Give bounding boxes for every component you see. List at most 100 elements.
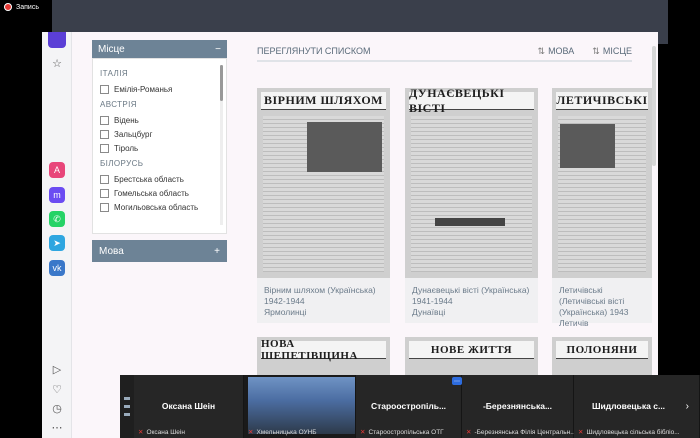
participants-strip: Оксана Шеін ✕ Оксана Шеін ✕ Хмельницька ОУ… — [120, 375, 700, 438]
participant-label: ✕ Старооcтропільська ОТГ — [360, 428, 444, 437]
participant-name: Старооcтропіль... — [370, 401, 447, 411]
card-caption: Дунаєвецькі вісті (Українська) 1941-1944… — [405, 278, 538, 325]
muted-mic-icon: ✕ — [578, 429, 584, 436]
participant-tile[interactable]: Оксана Шеін ✕ Оксана Шеін — [134, 375, 244, 438]
sort-place-button[interactable]: ⇅ МІСЦЕ — [592, 46, 632, 57]
masthead: ВІРНИМ ШЛЯХОМ — [261, 92, 386, 110]
checkbox[interactable] — [100, 202, 109, 212]
filter-language-header[interactable]: Мова + — [92, 240, 227, 262]
messenger-icon[interactable]: m — [49, 187, 65, 203]
expand-icon[interactable]: + — [214, 246, 220, 257]
muted-mic-icon: ✕ — [466, 429, 472, 436]
newspaper-scan[interactable]: ВІРНИМ ШЛЯХОМ — [257, 88, 390, 278]
option-label: Зальцбург — [114, 129, 153, 139]
chevron-right-icon[interactable]: › — [686, 401, 689, 412]
masthead: ДУНАЄВЕЦЬКІ ВІСТІ — [409, 88, 534, 115]
muted-mic-icon: ✕ — [138, 429, 144, 436]
option-label: Могильовська область — [114, 202, 199, 212]
participant-tile[interactable]: -Березнянська... ✕ -Березнянська Філія Це… — [462, 375, 576, 438]
filter-place-list: ІТАЛІЯ Емілія-Романья АВСТРІЯ Відень Зал… — [92, 58, 227, 234]
list-view-link[interactable]: ПЕРЕГЛЯНУТИ СПИСКОМ — [257, 46, 520, 56]
newspaper-scan[interactable]: ЛЕТИЧІВСЬКІ — [552, 88, 652, 278]
participant-tile[interactable]: ✕ Хмельницька ОУНБ — [244, 375, 356, 438]
participant-tile[interactable]: ⋯ Старооcтропіль... ✕ Старооcтропільська … — [356, 375, 462, 438]
card-place: Дунаївці — [412, 307, 446, 317]
option-label: Емілія-Романья — [114, 84, 173, 94]
card-place: Ярмолинці — [264, 307, 307, 317]
scan-text — [411, 116, 532, 272]
filter-option[interactable]: Відень — [100, 113, 226, 127]
sort-place-label: МІСЦЕ — [602, 46, 632, 56]
more-options-icon[interactable]: ⋯ — [452, 377, 462, 385]
muted-mic-icon: ✕ — [360, 429, 366, 436]
masthead: ПОЛОНЯНИ — [556, 341, 648, 359]
screen: Запись ☆ A m ✆ ➤ vk ▷ ♡ ◷ ⋯ Місце − ІТАЛ — [0, 0, 700, 438]
newspaper-card[interactable]: ВІРНИМ ШЛЯХОМ Вірним шляхом (Українська)… — [257, 88, 390, 323]
card-title: Летичівські (Летичівські вісті (Українсь… — [559, 285, 629, 317]
option-label: Відень — [114, 115, 139, 125]
muted-mic-icon: ✕ — [248, 429, 254, 436]
telegram-icon[interactable]: ➤ — [49, 235, 65, 251]
option-label: Гомельська область — [114, 188, 189, 198]
masthead: НОВА ШЕПЕТІВЩИНА — [261, 338, 386, 362]
card-years: 1942-1944 — [264, 296, 305, 306]
scan-photo — [560, 124, 615, 168]
card-caption: Вірним шляхом (Українська) 1942-1944 Ярм… — [257, 278, 390, 325]
participant-name: -Березнянська... — [482, 401, 553, 411]
heart-icon[interactable]: ♡ — [50, 382, 64, 396]
record-icon — [4, 3, 12, 11]
filter-option[interactable]: Емілія-Романья — [100, 82, 226, 96]
strip-view-toggle[interactable] — [120, 375, 134, 438]
player-icon[interactable]: ▷ — [50, 362, 64, 376]
collapse-icon[interactable]: − — [215, 44, 221, 55]
vk-icon[interactable]: vk — [49, 260, 65, 276]
participant-label: ✕ -Березнянська Філія Центральн... — [466, 428, 576, 437]
whatsapp-icon[interactable]: ✆ — [49, 211, 65, 227]
aria-icon[interactable]: A — [49, 162, 65, 178]
extension-sidebar: ☆ A m ✆ ➤ vk ▷ ♡ ◷ ⋯ — [42, 32, 72, 438]
checkbox[interactable] — [100, 143, 109, 153]
sort-language-label: МОВА — [548, 46, 575, 56]
filter-place-title: Місце — [98, 43, 125, 55]
more-icon[interactable]: ⋯ — [50, 420, 64, 434]
newspaper-card[interactable]: ЛЕТИЧІВСЬКІ Летичівські (Летичівські віс… — [552, 88, 652, 328]
checkbox[interactable] — [100, 115, 109, 125]
sidebar-top-tab[interactable] — [48, 32, 66, 48]
masthead: ЛЕТИЧІВСЬКІ — [556, 92, 648, 110]
filter-scroll-thumb[interactable] — [220, 65, 223, 101]
checkbox[interactable] — [100, 129, 109, 139]
group-title: ІТАЛІЯ — [100, 69, 129, 78]
filter-option[interactable]: Тіроль — [100, 141, 226, 155]
newspaper-card[interactable]: НОВА ШЕПЕТІВЩИНА — [257, 337, 390, 377]
card-place: Летичів — [559, 318, 589, 328]
history-icon[interactable]: ◷ — [50, 401, 64, 415]
scan-photo — [307, 122, 382, 172]
checkbox[interactable] — [100, 84, 109, 94]
filter-option[interactable]: Брестська область — [100, 172, 226, 186]
filter-place-header[interactable]: Місце − — [92, 40, 227, 58]
masthead: НОВЕ ЖИТТЯ — [409, 341, 534, 359]
participant-video — [248, 377, 355, 434]
newspaper-card[interactable]: ПОЛОНЯНИ — [552, 337, 652, 377]
filter-option[interactable]: Гомельська область — [100, 186, 226, 200]
checkbox[interactable] — [100, 188, 109, 198]
participant-label: ✕ Хмельницька ОУНБ — [248, 428, 317, 437]
pin-icon[interactable]: ☆ — [50, 56, 64, 70]
participant-name: Шидловецька с... — [591, 401, 666, 411]
card-title: Дунаєвецькі вісті (Українська) 1941-1944 — [412, 285, 530, 306]
recording-indicator: Запись — [4, 3, 39, 11]
newspaper-scan[interactable]: ДУНАЄВЕЦЬКІ ВІСТІ — [405, 88, 538, 278]
results-toolbar: ПЕРЕГЛЯНУТИ СПИСКОМ ⇅ МОВА ⇅ МІСЦЕ — [257, 42, 632, 62]
participant-name: Оксана Шеін — [161, 401, 216, 411]
filter-option[interactable]: Зальцбург — [100, 127, 226, 141]
card-caption: Летичівські (Летичівські вісті (Українсь… — [552, 278, 652, 336]
scan-headline — [435, 218, 505, 226]
newspaper-card[interactable]: НОВЕ ЖИТТЯ — [405, 337, 538, 377]
card-title: Вірним шляхом (Українська) — [264, 285, 376, 295]
filter-option[interactable]: Могильовська область — [100, 200, 226, 214]
participant-tile[interactable]: Шидловецька с... ✕ Шидловецька сільська б… — [574, 375, 700, 438]
page-scrollbar[interactable] — [652, 46, 656, 166]
sort-language-button[interactable]: ⇅ МОВА — [538, 46, 575, 57]
newspaper-card[interactable]: ДУНАЄВЕЦЬКІ ВІСТІ Дунаєвецькі вісті (Укр… — [405, 88, 538, 323]
checkbox[interactable] — [100, 174, 109, 184]
